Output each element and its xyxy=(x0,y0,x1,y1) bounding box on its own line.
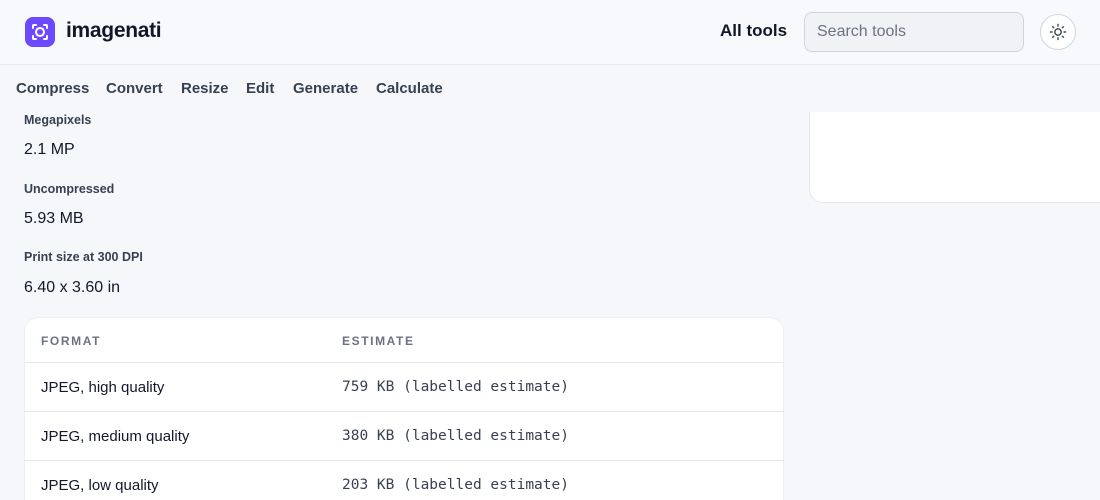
table-row: JPEG, low quality 203 KB (labelled estim… xyxy=(25,460,783,500)
estimate-cell: 380 KB (labelled estimate) xyxy=(342,428,569,444)
stat-value-megapixels: 2.1 MP xyxy=(24,141,75,158)
column-header-estimate: ESTIMATE xyxy=(342,334,415,348)
stat-value-print-size: 6.40 x 3.60 in xyxy=(24,279,121,296)
format-cell: JPEG, high quality xyxy=(41,379,165,396)
stat-label-print-size: Print size at 300 DPI xyxy=(24,250,143,264)
search-input[interactable] xyxy=(804,12,1024,52)
nav-item-resize[interactable]: Resize xyxy=(181,80,229,97)
stat-label-uncompressed: Uncompressed xyxy=(24,182,115,196)
logo-text[interactable]: imagenati xyxy=(66,19,162,43)
table-row: JPEG, medium quality 380 KB (labelled es… xyxy=(25,411,783,460)
estimate-cell: 203 KB (labelled estimate) xyxy=(342,477,569,493)
table-row: JPEG, high quality 759 KB (labelled esti… xyxy=(25,362,783,411)
format-cell: JPEG, medium quality xyxy=(41,428,190,445)
size-estimate-table: FORMAT ESTIMATE JPEG, high quality 759 K… xyxy=(24,317,784,500)
format-cell: JPEG, low quality xyxy=(41,477,159,494)
estimate-cell: 759 KB (labelled estimate) xyxy=(342,379,569,395)
category-nav: Compress Convert Resize Edit Generate Ca… xyxy=(0,66,1100,110)
nav-item-calculate[interactable]: Calculate xyxy=(376,80,443,97)
top-header: imagenati All tools xyxy=(0,0,1100,65)
sun-icon xyxy=(1049,23,1067,41)
nav-item-compress[interactable]: Compress xyxy=(16,80,89,97)
stat-label-megapixels: Megapixels xyxy=(24,113,92,127)
logo-icon[interactable] xyxy=(25,17,55,47)
nav-item-convert[interactable]: Convert xyxy=(106,80,163,97)
all-tools-link[interactable]: All tools xyxy=(720,21,787,41)
nav-item-generate[interactable]: Generate xyxy=(293,80,358,97)
theme-toggle-button[interactable] xyxy=(1040,14,1076,50)
side-panel-card xyxy=(809,112,1100,203)
stat-value-uncompressed: 5.93 MB xyxy=(24,210,84,227)
column-header-format: FORMAT xyxy=(41,334,102,348)
nav-item-edit[interactable]: Edit xyxy=(246,80,274,97)
